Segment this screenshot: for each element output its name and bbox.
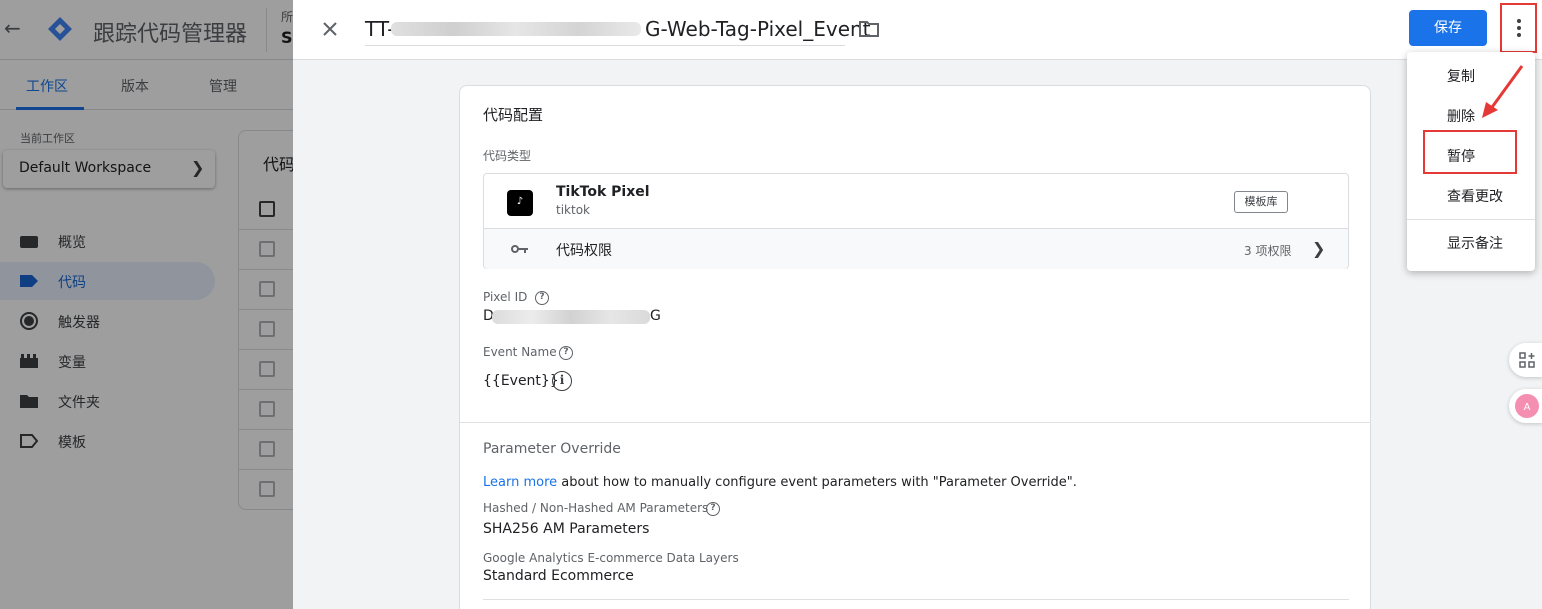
permissions-count: 3 项权限 xyxy=(1244,244,1292,258)
permissions-label: 代码权限 xyxy=(556,243,612,259)
menu-item-label: 显示备注 xyxy=(1447,236,1503,252)
hashed-am-label: Hashed / Non-Hashed AM Parameters xyxy=(483,501,709,515)
menu-item-show-notes[interactable]: 显示备注 xyxy=(1407,221,1535,261)
folder-outline-icon[interactable] xyxy=(858,18,880,40)
tag-type-vendor: tiktok xyxy=(556,203,590,217)
help-icon[interactable]: ? xyxy=(535,291,549,305)
pause-highlight-box xyxy=(1423,130,1517,174)
tag-name-suffix: G-Web-Tag-Pixel_Event xyxy=(645,17,871,41)
redacted-text xyxy=(391,22,641,36)
menu-item-label: 复制 xyxy=(1447,69,1475,85)
ga-ecommerce-label: Google Analytics E-commerce Data Layers xyxy=(483,551,739,565)
key-icon xyxy=(511,245,528,253)
editor-header: TT- G-Web-Tag-Pixel_Event 保存 xyxy=(293,0,1542,60)
tiktok-logo-icon: ♪ xyxy=(507,190,533,216)
red-arrow-annotation xyxy=(1482,65,1524,118)
more-vert-icon xyxy=(1517,26,1521,30)
learn-more-description: about how to manually configure event pa… xyxy=(557,475,1077,490)
translate-icon: A xyxy=(1515,394,1539,418)
parameter-override-title: Parameter Override xyxy=(483,441,621,457)
tag-configuration-card: 代码配置 代码类型 ♪ TikTok Pixel tiktok 模板库 代码权限… xyxy=(459,85,1371,609)
ga-ecommerce-value: Standard Ecommerce xyxy=(483,568,634,584)
event-name-value: {{Event}} xyxy=(483,373,559,389)
learn-more-text: Learn more about how to manually configu… xyxy=(483,475,1077,490)
help-icon[interactable]: ? xyxy=(706,502,720,516)
chevron-right-icon: ❯ xyxy=(1312,239,1326,258)
menu-item-label: 查看更改 xyxy=(1447,189,1503,205)
tag-type-box[interactable]: ♪ TikTok Pixel tiktok 模板库 代码权限 3 项权限 ❯ xyxy=(483,173,1349,269)
grid-add-icon xyxy=(1519,352,1535,368)
tag-editor-panel: TT- G-Web-Tag-Pixel_Event 保存 代码配置 代码类型 ♪… xyxy=(293,0,1542,609)
info-icon[interactable]: i xyxy=(552,371,572,391)
redacted-text xyxy=(492,310,650,324)
section-divider xyxy=(460,422,1370,423)
section-divider xyxy=(483,599,1349,600)
svg-text:A: A xyxy=(1524,402,1531,413)
add-widget-button[interactable] xyxy=(1509,343,1542,377)
pixel-id-label: Pixel ID xyxy=(483,290,528,304)
help-icon[interactable]: ? xyxy=(559,346,573,360)
event-name-label: Event Name xyxy=(483,345,557,359)
learn-more-link[interactable]: Learn more xyxy=(483,475,557,490)
translate-button[interactable]: A xyxy=(1509,389,1542,423)
close-icon[interactable] xyxy=(317,16,343,42)
menu-item-view-changes[interactable]: 查看更改 xyxy=(1407,174,1535,214)
menu-divider xyxy=(1407,219,1535,220)
save-button[interactable]: 保存 xyxy=(1409,10,1487,46)
more-options-button[interactable] xyxy=(1500,3,1537,53)
permissions-row[interactable]: 代码权限 3 项权限 ❯ xyxy=(484,228,1348,269)
more-vert-icon xyxy=(1517,33,1521,37)
hashed-am-value: SHA256 AM Parameters xyxy=(483,521,650,537)
card-title: 代码配置 xyxy=(483,106,544,124)
tag-type-name: TikTok Pixel xyxy=(556,184,650,200)
more-vert-icon xyxy=(1517,19,1521,23)
pixel-id-suffix: G xyxy=(650,308,661,324)
tag-type-label: 代码类型 xyxy=(483,149,532,163)
menu-item-label: 删除 xyxy=(1447,109,1475,125)
tag-name-input[interactable]: TT- G-Web-Tag-Pixel_Event xyxy=(365,14,871,46)
gallery-chip[interactable]: 模板库 xyxy=(1234,191,1288,213)
